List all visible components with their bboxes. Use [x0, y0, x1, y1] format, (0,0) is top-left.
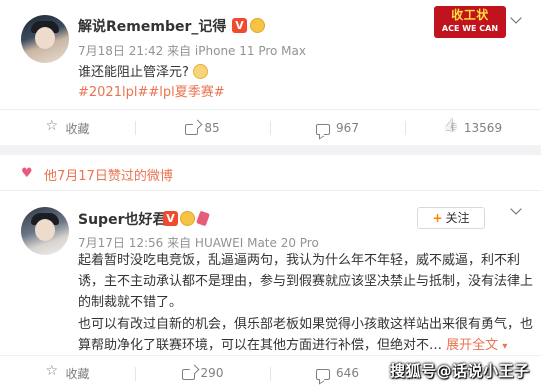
- post-actions-bar: 收藏 85 967 13569: [0, 109, 541, 145]
- post-text-line: 起着暂时没吃电竞饭，乱逼逼两句，我认为什么年不年轻，威不威逼，利不利: [78, 253, 521, 268]
- collect-button[interactable]: 收藏: [0, 356, 135, 389]
- thumbs-up-icon: [444, 121, 458, 135]
- section-divider: [0, 145, 541, 155]
- chevron-down-icon[interactable]: [510, 12, 522, 24]
- star-icon: [45, 118, 59, 135]
- member-badge-icon: [250, 18, 265, 33]
- share-icon: [181, 368, 195, 380]
- verified-v-icon: V: [232, 18, 247, 33]
- post-text: 谁还能阻止管泽元?: [78, 62, 209, 84]
- share-button[interactable]: 85: [135, 110, 270, 146]
- hashtag-link[interactable]: #2021lpl##lpl夏季赛#: [78, 82, 225, 104]
- comment-icon: [316, 123, 331, 135]
- watermark: 搜狐号@话说小王子: [390, 362, 530, 380]
- post-text-line: 的制裁就不错了。: [78, 295, 183, 310]
- share-button[interactable]: 290: [135, 356, 270, 389]
- collect-button[interactable]: 收藏: [0, 110, 135, 146]
- post-text-line: 也可以有改过自新的机会，俱乐部老板如果觉得小孩敢这样站出来很有勇气，也: [78, 317, 534, 332]
- post-text-line: 诱，主不主动承认都不是理由，参与到假赛就应该坚决禁止与抵制，没有法律上: [78, 274, 534, 289]
- comment-button[interactable]: 967: [270, 110, 405, 146]
- author-name[interactable]: 解说Remember_记得: [78, 16, 226, 36]
- chevron-down-icon[interactable]: ▾: [502, 341, 507, 352]
- sad-face-emoji-icon: [193, 64, 209, 79]
- comment-button[interactable]: 646: [270, 356, 405, 389]
- star-icon: [45, 363, 59, 380]
- heart-icon: ♥: [21, 166, 33, 181]
- weibo-post-card: 解说Remember_记得 V 收工状 ACE WE CAN 7月18日 21:…: [0, 0, 541, 145]
- liked-posts-header: ♥ 他7月17日赞过的微博: [0, 155, 541, 191]
- event-logo: 收工状 ACE WE CAN: [434, 6, 506, 38]
- follow-button[interactable]: + 关注: [417, 207, 485, 229]
- author-name[interactable]: Super也好君: [78, 209, 166, 229]
- comment-icon: [316, 368, 331, 380]
- like-button[interactable]: 13569: [405, 110, 541, 146]
- chevron-down-icon[interactable]: [510, 203, 522, 215]
- ribbon-badge-icon: [196, 210, 210, 227]
- member-badge-icon: [180, 211, 195, 226]
- post-timestamp: 7月18日 21:42 来自 iPhone 11 Pro Max: [78, 44, 306, 58]
- post-timestamp: 7月17日 12:56 来自 HUAWEI Mate 20 Pro: [78, 236, 319, 250]
- author-avatar[interactable]: [21, 15, 69, 63]
- liked-posts-label[interactable]: 他7月17日赞过的微博: [44, 165, 173, 184]
- verified-v-icon: V: [163, 211, 178, 226]
- expand-full-text-link[interactable]: 展开全文: [446, 338, 498, 353]
- share-icon: [185, 123, 199, 135]
- author-avatar[interactable]: [21, 207, 69, 255]
